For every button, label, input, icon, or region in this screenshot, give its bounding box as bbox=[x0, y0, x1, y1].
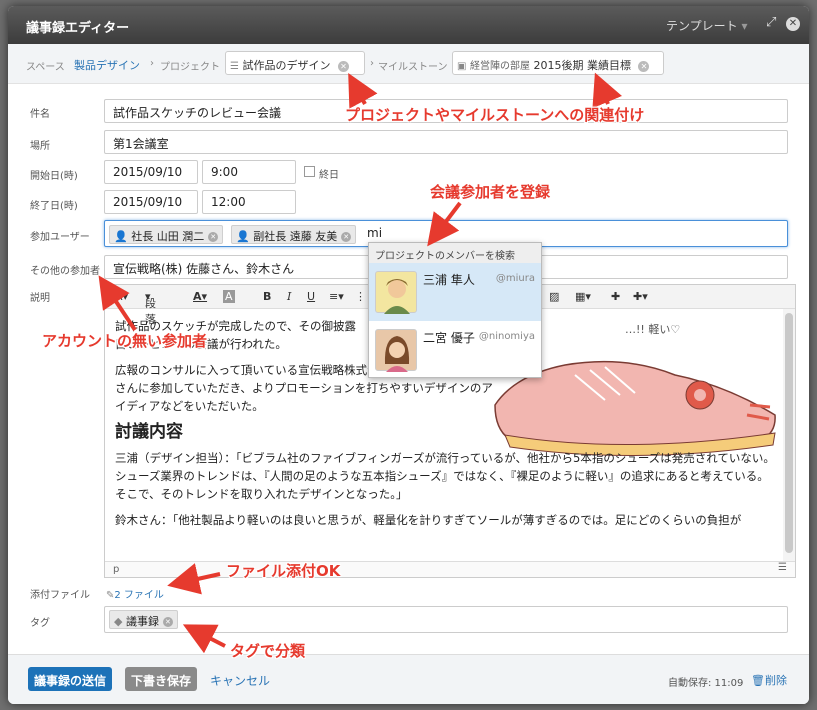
window-title: 議事録エディター bbox=[26, 21, 130, 36]
align-icon[interactable]: ≡▾ bbox=[329, 290, 344, 303]
resize-handle-icon[interactable]: ☰ bbox=[778, 562, 787, 573]
subject-label: 件名 bbox=[30, 109, 50, 120]
annotation-attachment: ファイル添付OK bbox=[226, 562, 341, 580]
annotation-link-project: プロジェクトやマイルストーンへの関連付け bbox=[345, 106, 645, 124]
participant-chip[interactable]: 👤 副社長 遠藤 友美 ✕ bbox=[231, 225, 357, 244]
delete-link[interactable]: 🗑削除 bbox=[751, 672, 787, 688]
end-label: 終了日(時) bbox=[30, 201, 78, 212]
breadcrumb-separator: › bbox=[150, 58, 154, 69]
highlight-icon[interactable]: A bbox=[223, 290, 235, 303]
trash-icon: 🗑 bbox=[751, 674, 765, 687]
cancel-link[interactable]: キャンセル bbox=[210, 672, 270, 689]
participants-label: 参加ユーザー bbox=[30, 232, 90, 243]
table-icon[interactable]: ▦▾ bbox=[575, 290, 591, 303]
remove-tag-icon[interactable]: ✕ bbox=[162, 617, 173, 627]
member-handle: @miura bbox=[495, 273, 535, 284]
breadcrumb-separator: › bbox=[370, 58, 374, 69]
other-participants-label: その他の参加者 bbox=[30, 266, 100, 277]
paragraph: 三浦（デザイン担当）：「ビブラム社のファイブフィンガーズが流行っているが、他社か… bbox=[115, 451, 775, 501]
annotation-non-account: アカウントの無い参加者 bbox=[42, 332, 208, 350]
more-icon[interactable]: ✚▾ bbox=[633, 290, 648, 303]
end-time-input[interactable]: 12:00 bbox=[202, 190, 296, 214]
user-icon: 👤 bbox=[236, 230, 250, 243]
remove-project-icon[interactable]: ✕ bbox=[337, 60, 349, 72]
project-icon: ☰ bbox=[230, 61, 239, 72]
milestone-chip[interactable]: ▣ 経営陣の部屋 2015後期 業績目標 ✕ bbox=[452, 51, 664, 75]
space-link[interactable]: 製品デザイン bbox=[74, 57, 140, 73]
allday-checkbox[interactable] bbox=[304, 166, 315, 177]
tag-chip[interactable]: ◆ 議事録 ✕ bbox=[109, 610, 178, 629]
remove-participant-icon[interactable]: ✕ bbox=[341, 232, 352, 242]
dropdown-header: プロジェクトのメンバーを検索 bbox=[369, 243, 541, 263]
plugin-icon[interactable]: ✚ bbox=[611, 290, 620, 303]
tag-icon: ◆ bbox=[114, 615, 123, 628]
section-heading: 討議内容 bbox=[115, 422, 183, 442]
start-time-input[interactable]: 9:00 bbox=[202, 160, 296, 184]
editor-status-bar: p ☰ bbox=[105, 561, 795, 577]
place-input[interactable]: 第1会議室 bbox=[104, 130, 788, 154]
calendar-icon: ▣ bbox=[457, 61, 467, 72]
bold-button[interactable]: B bbox=[263, 290, 271, 303]
member-option[interactable]: 二宮 優子 @ninomiya bbox=[369, 321, 541, 379]
remove-milestone-icon[interactable]: ✕ bbox=[638, 60, 650, 72]
space-label: スペース bbox=[26, 62, 65, 73]
tag-input[interactable]: ◆ 議事録 ✕ bbox=[104, 606, 788, 633]
project-chip[interactable]: ☰ 試作品のデザイン ✕ bbox=[225, 51, 365, 75]
participant-query: mi bbox=[367, 226, 383, 240]
attachment-label: 添付ファイル bbox=[30, 590, 90, 601]
participant-chip[interactable]: 👤 社長 山田 潤二 ✕ bbox=[109, 225, 224, 244]
template-dropdown[interactable]: テンプレート ▾ bbox=[666, 17, 748, 34]
description-label: 説明 bbox=[30, 293, 50, 304]
editor-scrollbar[interactable] bbox=[783, 309, 795, 561]
font-icon[interactable]: A▾ bbox=[115, 290, 128, 303]
project-label: プロジェクト bbox=[160, 62, 220, 73]
paragraph-dropdown[interactable]: 段落 ▾ bbox=[145, 290, 156, 326]
member-name: 三浦 隼人 bbox=[423, 273, 475, 287]
italic-button[interactable]: I bbox=[287, 290, 291, 303]
member-search-dropdown: プロジェクトのメンバーを検索 三浦 隼人 @miura 二宮 優子 @ninom… bbox=[368, 242, 542, 378]
end-date-input[interactable]: 2015/09/10 bbox=[104, 190, 198, 214]
remove-participant-icon[interactable]: ✕ bbox=[208, 232, 219, 242]
member-name: 二宮 優子 bbox=[423, 331, 475, 345]
attachment-link[interactable]: ✎2 ファイル bbox=[106, 586, 164, 601]
list-icon[interactable]: ⋮ bbox=[355, 290, 366, 303]
title-bar: 議事録エディター テンプレート ▾ ⤢ ✕ bbox=[8, 6, 809, 44]
start-date-input[interactable]: 2015/09/10 bbox=[104, 160, 198, 184]
annotation-participants: 会議参加者を登録 bbox=[430, 183, 551, 201]
user-icon: 👤 bbox=[114, 230, 128, 243]
autosave-status: 自動保存: 11:09 bbox=[668, 678, 744, 689]
breadcrumb: スペース 製品デザイン › プロジェクト ☰ 試作品のデザイン ✕ › マイルス… bbox=[8, 44, 809, 84]
expand-icon[interactable]: ⤢ bbox=[766, 15, 776, 31]
chevron-down-icon: ▾ bbox=[741, 19, 748, 33]
scrollbar-thumb[interactable] bbox=[785, 313, 793, 553]
milestone-label: マイルストーン bbox=[378, 62, 448, 73]
paragraph: 鈴木さん：「他社製品より軽いのは良いと思うが、軽量化を計りすぎてソールが薄すぎる… bbox=[115, 513, 742, 527]
image-icon[interactable]: ▨ bbox=[549, 290, 559, 303]
send-minutes-button[interactable]: 議事録の送信 bbox=[28, 667, 113, 691]
allday-label: 終日 bbox=[319, 170, 339, 181]
member-handle: @ninomiya bbox=[478, 331, 535, 342]
close-icon[interactable]: ✕ bbox=[786, 17, 800, 31]
tag-label: タグ bbox=[30, 618, 50, 629]
underline-button[interactable]: U bbox=[307, 290, 315, 303]
footer: 議事録の送信 下書き保存 キャンセル 自動保存: 11:09 🗑削除 bbox=[8, 654, 809, 704]
avatar bbox=[375, 271, 417, 314]
start-label: 開始日(時) bbox=[30, 171, 78, 182]
text-color-icon[interactable]: A▾ bbox=[193, 290, 207, 303]
avatar bbox=[375, 329, 417, 372]
annotation-tag: タグで分類 bbox=[230, 642, 306, 660]
member-option[interactable]: 三浦 隼人 @miura bbox=[369, 263, 541, 321]
place-label: 場所 bbox=[30, 141, 50, 152]
save-draft-button[interactable]: 下書き保存 bbox=[125, 667, 198, 691]
